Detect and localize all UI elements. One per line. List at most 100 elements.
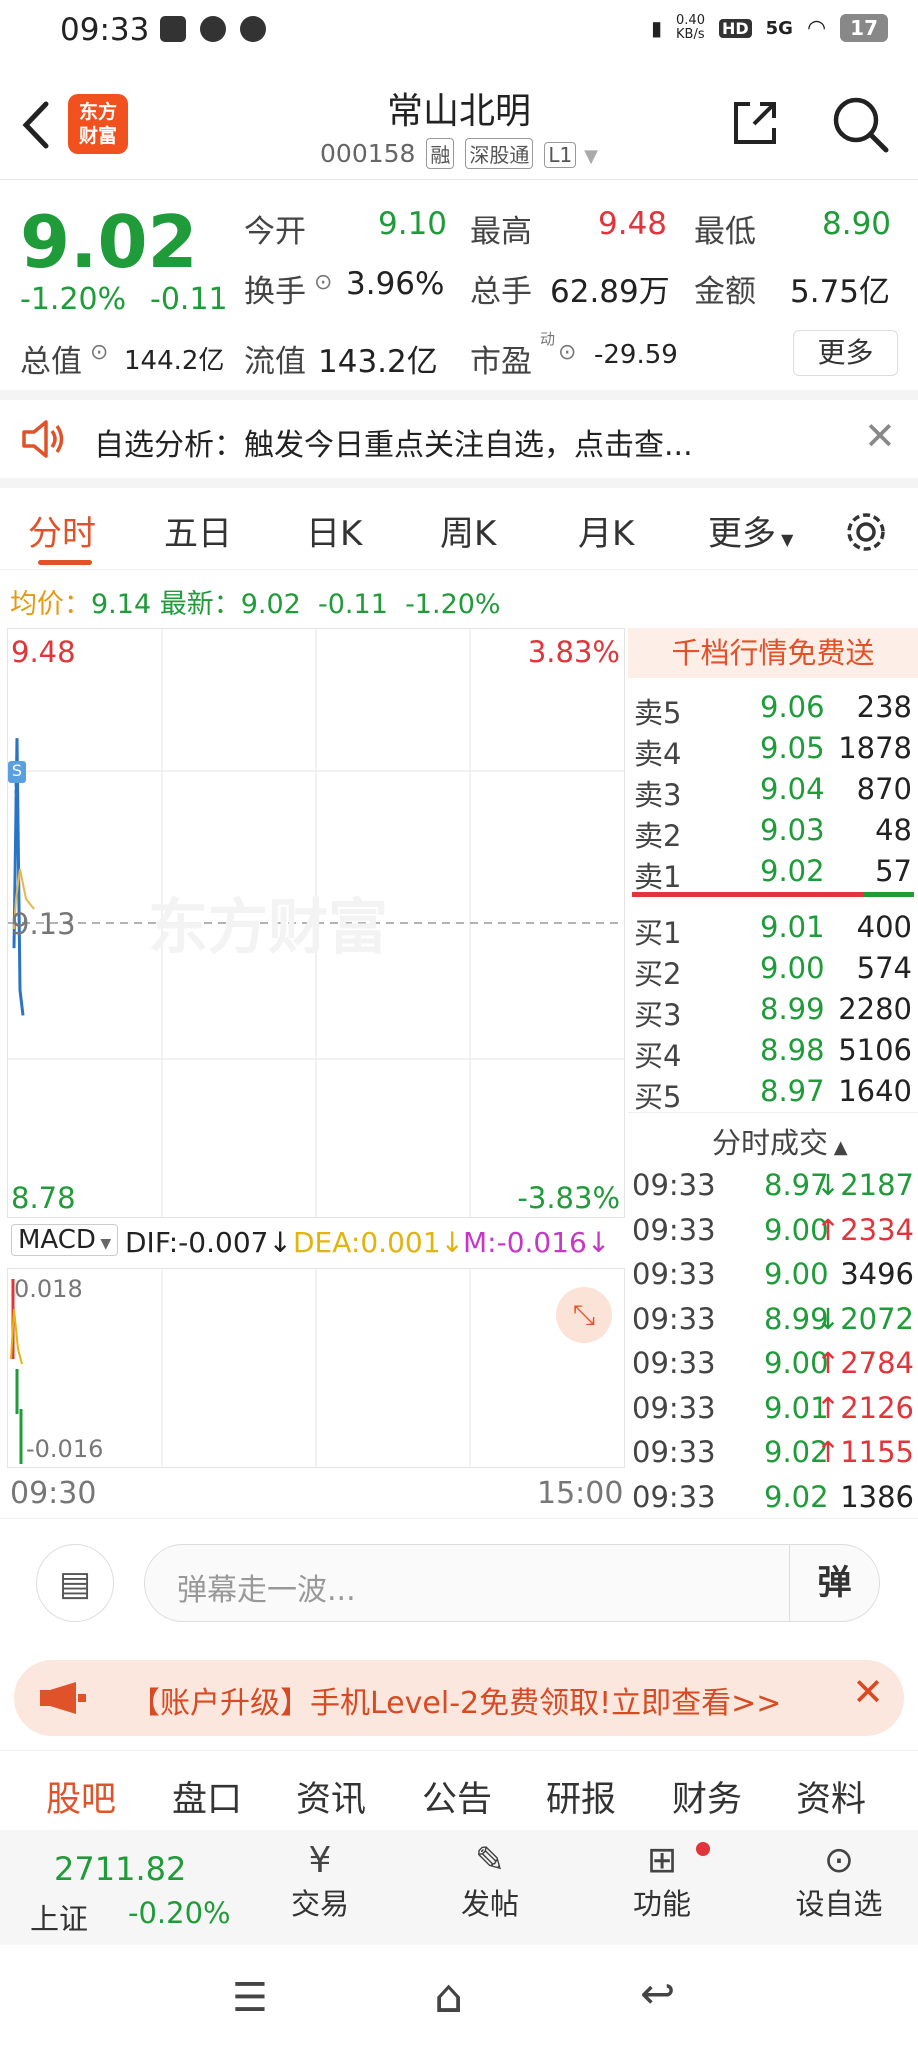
danmu-input[interactable]: 弹幕走一波... 弹	[144, 1544, 880, 1622]
orderbook-promo[interactable]: 千档行情免费送	[628, 628, 918, 678]
bid-row[interactable]: 买1 9.01 400	[628, 910, 918, 950]
bid-row[interactable]: 买5 8.97 1640	[628, 1074, 918, 1114]
ask-row[interactable]: 卖1 9.02 57	[628, 854, 918, 894]
tab-profile[interactable]: 资料	[796, 1771, 866, 1822]
dea-text: DEA:0.001	[293, 1226, 441, 1259]
bid-volume: 1640	[838, 1074, 912, 1108]
divider	[0, 390, 918, 400]
ask-row[interactable]: 卖2 9.03 48	[628, 813, 918, 853]
status-bar: 09:33 ▮ 0.40 KB/s HD 5G ◠ 17	[0, 0, 918, 62]
margin-tag: 融	[426, 138, 455, 169]
trades-title[interactable]: 分时成交 ▲	[712, 1120, 848, 1162]
bid-row[interactable]: 买2 9.00 574	[628, 951, 918, 991]
notification-icons	[160, 16, 266, 42]
ask-row[interactable]: 卖5 9.06 238	[628, 690, 918, 730]
settings-icon[interactable]	[842, 508, 890, 556]
close-icon[interactable]: ✕	[864, 414, 896, 458]
close-icon[interactable]: ✕	[852, 1670, 884, 1714]
dropdown-icon[interactable]: ▼	[584, 146, 598, 167]
tab-guba[interactable]: 股吧	[46, 1771, 116, 1822]
volume-label: 总手	[470, 274, 532, 310]
trade-volume: ↑2126	[815, 1390, 914, 1425]
more-button[interactable]: 更多	[793, 330, 898, 376]
yen-icon: ¥	[308, 1840, 332, 1881]
level-tag[interactable]: L1	[544, 142, 577, 168]
expand-icon[interactable]: ⤡	[556, 1287, 612, 1343]
trade-price: 9.00	[764, 1257, 829, 1291]
dif-text: DIF:-0.007	[125, 1226, 269, 1259]
status-right: ▮ 0.40 KB/s HD 5G ◠ 17	[651, 14, 888, 42]
open-value: 9.10	[378, 206, 448, 242]
function-label: 功能	[632, 1887, 691, 1921]
latest-label: 最新：	[159, 589, 241, 620]
ask-row[interactable]: 卖4 9.05 1878	[628, 731, 918, 771]
info-icon[interactable]: ⊙	[558, 340, 576, 365]
info-icon[interactable]: ⊙	[90, 340, 108, 365]
index-ticker[interactable]: 2711.82 上证 -0.20%	[0, 1830, 231, 1945]
bid-row[interactable]: 买3 8.99 2280	[628, 992, 918, 1032]
bottom-tabs: 股吧 盘口 资讯 公告 研报 财务 资料	[0, 1750, 918, 1830]
trade-row: 09:33 9.01 ↑2126	[628, 1391, 918, 1431]
share-icon[interactable]	[728, 96, 782, 150]
intraday-chart[interactable]: 东方财富 S 9.48 3.83% 9.13 8.78 -3.83%	[7, 628, 625, 1218]
promo-text: 【账户升级】手机Level-2免费领取!立即查看>>	[130, 1686, 782, 1721]
add-watchlist-button[interactable]: ⊙ 设自选	[784, 1840, 894, 1923]
trade-button[interactable]: ¥ 交易	[270, 1840, 370, 1923]
ask-price: 9.05	[760, 731, 825, 765]
danmu-bar: ▤ 弹幕走一波... 弹	[0, 1520, 918, 1640]
edit-icon: ✎	[474, 1840, 506, 1881]
macd-chart[interactable]: 0.018 -0.016 ⤡	[7, 1268, 625, 1468]
tab-monthly-k[interactable]: 月K	[578, 506, 634, 555]
trade-label: 交易	[290, 1887, 349, 1921]
trade-volume: 1386	[840, 1479, 914, 1514]
menu-icon[interactable]: ☰	[232, 1975, 268, 2021]
info-icon[interactable]: ⊙	[314, 270, 332, 295]
pe-dynamic-mark: 动	[540, 330, 556, 348]
tab-more[interactable]: 更多 ▼	[708, 506, 793, 555]
dropdown-icon: ▼	[95, 1236, 112, 1252]
connect-tag: 深股通	[465, 138, 534, 169]
bottom-dock: 2711.82 上证 -0.20% ¥ 交易 ✎ 发帖 ⊞ 功能 ⊙ 设自选	[0, 1830, 918, 1945]
bid-volume: 2280	[838, 992, 912, 1026]
danmu-settings-icon[interactable]: ▤	[36, 1544, 114, 1622]
ask-label: 卖5	[634, 696, 682, 730]
search-icon[interactable]	[830, 94, 890, 154]
function-button[interactable]: ⊞ 功能	[612, 1840, 712, 1923]
danmu-toggle-icon[interactable]: 弹	[789, 1545, 879, 1621]
bid-volume: 400	[856, 910, 912, 944]
more-circle-icon: ⊙	[823, 1840, 855, 1881]
post-button[interactable]: ✎ 发帖	[440, 1840, 540, 1923]
bid-price: 8.98	[760, 1033, 825, 1067]
bid-price: 8.97	[760, 1074, 825, 1108]
bid-row[interactable]: 买4 8.98 5106	[628, 1033, 918, 1073]
trade-row: 09:33 9.00 ↑2784	[628, 1346, 918, 1386]
promo-banner[interactable]: 【账户升级】手机Level-2免费领取!立即查看>> ✕	[14, 1660, 904, 1736]
tab-pankou[interactable]: 盘口	[172, 1771, 242, 1822]
mktcap-value: 144.2亿	[124, 346, 225, 376]
home-icon[interactable]: ⌂	[434, 1969, 463, 2023]
turnover-label: 换手	[244, 274, 306, 310]
tab-intraday[interactable]: 分时	[28, 506, 96, 555]
price-line	[12, 738, 35, 1016]
back-nav-icon[interactable]: ↩	[640, 1969, 675, 2018]
trade-volume: ↑1155	[815, 1435, 914, 1469]
tab-news[interactable]: 资讯	[296, 1771, 366, 1822]
change-pct: -1.20%	[20, 282, 127, 317]
tab-finance[interactable]: 财务	[672, 1771, 742, 1822]
tab-research[interactable]: 研报	[546, 1771, 616, 1822]
macd-top-value: 0.018	[14, 1275, 83, 1303]
notice-text: 自选分析：触发今日重点关注自选，点击查...	[94, 428, 693, 463]
macd-selector[interactable]: MACD ▼	[11, 1224, 119, 1256]
notice-bar[interactable]: 自选分析：触发今日重点关注自选，点击查... ✕	[0, 400, 918, 478]
bid-label: 买3	[634, 998, 682, 1032]
post-label: 发帖	[460, 1887, 519, 1921]
tab-weekly-k[interactable]: 周K	[440, 506, 496, 555]
ask-row[interactable]: 卖3 9.04 870	[628, 772, 918, 812]
signal-icon: 5G	[765, 17, 793, 39]
trade-row: 09:33 9.02 ↑1155	[628, 1435, 918, 1475]
tab-five-day[interactable]: 五日	[164, 506, 232, 555]
sell-marker[interactable]: S	[8, 761, 26, 783]
tab-announcements[interactable]: 公告	[422, 1771, 492, 1822]
tab-daily-k[interactable]: 日K	[306, 506, 362, 555]
trade-volume: ↓2187	[815, 1168, 914, 1202]
